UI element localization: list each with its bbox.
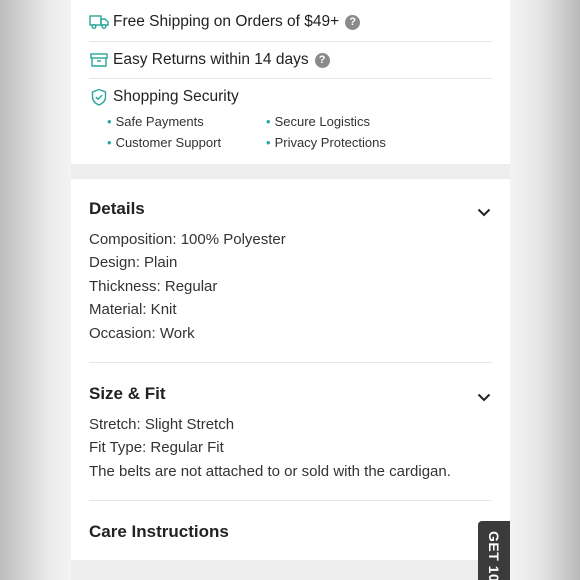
free-shipping-text: Free Shipping on Orders of $49+ (113, 13, 340, 30)
details-line: Material: Knit (89, 301, 177, 319)
size-fit-heading[interactable]: Size & Fit (89, 384, 166, 404)
size-fit-line: Fit Type: Regular Fit (89, 439, 224, 457)
list-item: • Safe Payments (107, 114, 204, 129)
help-icon[interactable]: ? (345, 14, 361, 30)
product-info-panel: Details Composition: 100% Polyester Desi… (71, 179, 510, 560)
promo-tab-label: GET 10 (486, 531, 502, 580)
easy-returns-row: Easy Returns within 14 days ? (89, 42, 492, 78)
details-line: Thickness: Regular (89, 277, 218, 295)
shield-icon (89, 87, 109, 107)
section-separator (71, 164, 510, 179)
divider (89, 500, 492, 501)
size-fit-line: The belts are not attached to or sold wi… (89, 462, 451, 480)
return-box-icon (89, 50, 109, 70)
care-instructions-heading[interactable]: Care Instructions (89, 522, 229, 542)
shopping-security-row: Shopping Security (89, 79, 492, 115)
details-line: Occasion: Work (89, 324, 195, 342)
chevron-down-icon[interactable] (476, 204, 492, 220)
shopping-security-title: Shopping Security (113, 88, 239, 105)
details-line: Design: Plain (89, 254, 178, 272)
list-item: • Customer Support (107, 135, 222, 150)
promo-floating-tab[interactable]: GET 10 (478, 521, 510, 580)
list-item: • Privacy Protections (266, 135, 386, 150)
chevron-down-icon[interactable] (476, 389, 492, 405)
truck-icon (89, 12, 109, 32)
details-content: Composition: 100% Polyester Design: Plai… (89, 228, 286, 345)
security-bullet-list: • Safe Payments • Secure Logistics • Custom… (107, 114, 467, 150)
list-item: • Secure Logistics (266, 114, 370, 129)
details-heading[interactable]: Details (89, 199, 145, 219)
service-info-panel: Free Shipping on Orders of $49+ ? Easy R… (71, 0, 510, 164)
help-icon[interactable]: ? (314, 52, 330, 68)
size-fit-line: Stretch: Slight Stretch (89, 416, 235, 433)
details-line: Composition: 100% Polyester (89, 231, 286, 248)
easy-returns-text: Easy Returns within 14 days (113, 51, 309, 68)
section-separator (71, 560, 510, 580)
free-shipping-row: Free Shipping on Orders of $49+ ? (89, 4, 492, 40)
size-fit-content: Stretch: Slight Stretch Fit Type: Regula… (89, 413, 451, 483)
divider (89, 362, 492, 363)
